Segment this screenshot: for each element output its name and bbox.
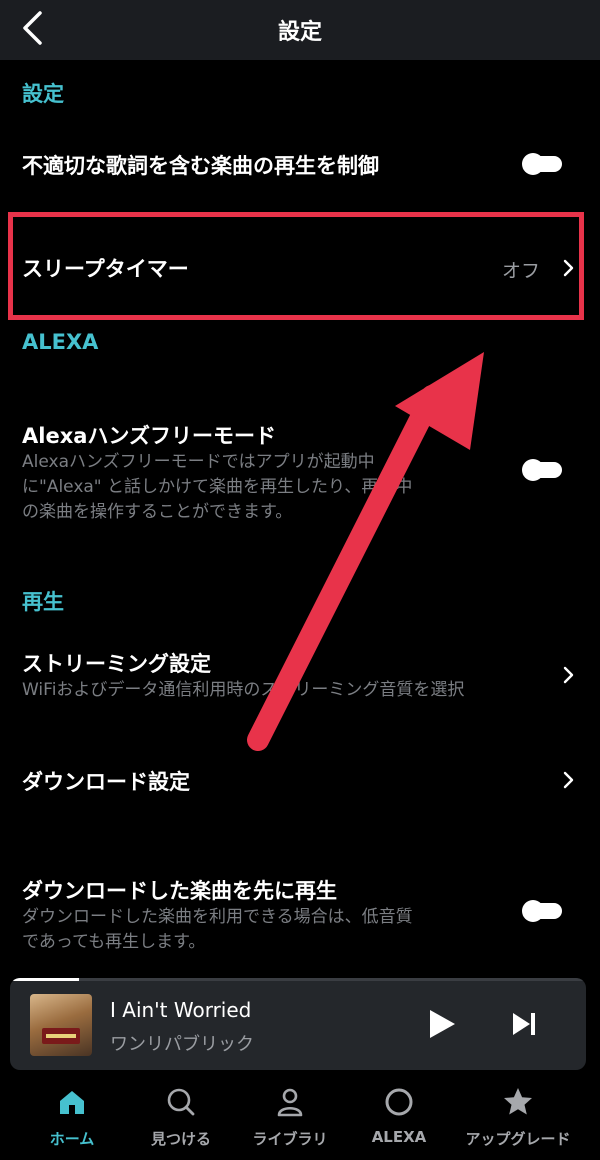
nav-label: 見つける bbox=[150, 1130, 211, 1148]
album-logo bbox=[42, 1028, 80, 1044]
download-first-toggle[interactable] bbox=[522, 900, 562, 922]
chevron-right-icon bbox=[563, 771, 574, 789]
nav-item-upgrade[interactable]: アップグレード bbox=[463, 1086, 573, 1156]
setting-title: 不適切な歌詞を含む楽曲の再生を制御 bbox=[22, 154, 379, 178]
nav-item-discover[interactable]: 見つける bbox=[126, 1086, 236, 1156]
person-icon bbox=[277, 1088, 303, 1117]
nav-label: アップグレード bbox=[465, 1130, 571, 1148]
mini-player[interactable]: I Ain't Worried ワンリパブリック bbox=[10, 978, 586, 1070]
alexa-handsfree-toggle[interactable] bbox=[522, 459, 562, 481]
chevron-right-icon bbox=[563, 666, 574, 684]
nav-label: ライブラリ bbox=[252, 1130, 328, 1148]
section-label-alexa: ALEXA bbox=[22, 330, 99, 354]
playback-progress bbox=[10, 978, 586, 981]
back-button[interactable] bbox=[10, 6, 54, 50]
section-label-playback: 再生 bbox=[22, 590, 64, 614]
explicit-toggle[interactable] bbox=[522, 153, 562, 175]
play-icon[interactable] bbox=[424, 1007, 458, 1041]
setting-title: ダウンロード設定 bbox=[22, 770, 190, 794]
setting-description-line: の楽曲を操作することができます。 bbox=[22, 502, 293, 522]
page-title: 設定 bbox=[277, 20, 322, 45]
nav-label: ALEXA bbox=[371, 1128, 427, 1146]
search-icon bbox=[167, 1088, 195, 1116]
top-bar: 設定 bbox=[0, 0, 600, 60]
track-title: I Ain't Worried bbox=[110, 998, 252, 1022]
setting-title: ストリーミング設定 bbox=[22, 652, 211, 676]
nav-item-library[interactable]: ライブラリ bbox=[235, 1086, 345, 1156]
setting-description: WiFiおよびデータ通信利用時のストリーミング音質を選択 bbox=[22, 680, 465, 700]
nav-label: ホーム bbox=[49, 1130, 95, 1148]
setting-description-line: ダウンロードした楽曲を利用できる場合は、低音質 bbox=[22, 907, 413, 927]
track-artist: ワンリパブリック bbox=[110, 1034, 254, 1055]
bottom-nav: ホーム 見つける ライブラリ ALEXA アップグレード bbox=[0, 1078, 600, 1160]
section-label-settings: 設定 bbox=[22, 82, 64, 106]
nav-item-home[interactable]: ホーム bbox=[17, 1086, 127, 1156]
setting-description-line: であっても再生します。 bbox=[22, 932, 206, 952]
setting-title: ダウンロードした楽曲を先に再生 bbox=[22, 879, 337, 903]
playback-progress-fill bbox=[10, 978, 80, 981]
setting-description-line: Alexaハンズフリーモードではアプリが起動中 bbox=[22, 452, 375, 472]
highlight-box bbox=[8, 212, 584, 320]
setting-description-line: に"Alexa" と話しかけて楽曲を再生したり、再生中 bbox=[22, 477, 413, 497]
album-art bbox=[30, 994, 92, 1056]
alexa-icon bbox=[385, 1088, 413, 1116]
home-icon bbox=[60, 1091, 84, 1114]
skip-next-icon[interactable] bbox=[508, 1008, 540, 1040]
setting-title: Alexaハンズフリーモード bbox=[22, 424, 276, 448]
back-chevron-icon bbox=[23, 11, 42, 45]
nav-item-alexa[interactable]: ALEXA bbox=[344, 1086, 454, 1156]
star-icon bbox=[504, 1088, 532, 1115]
